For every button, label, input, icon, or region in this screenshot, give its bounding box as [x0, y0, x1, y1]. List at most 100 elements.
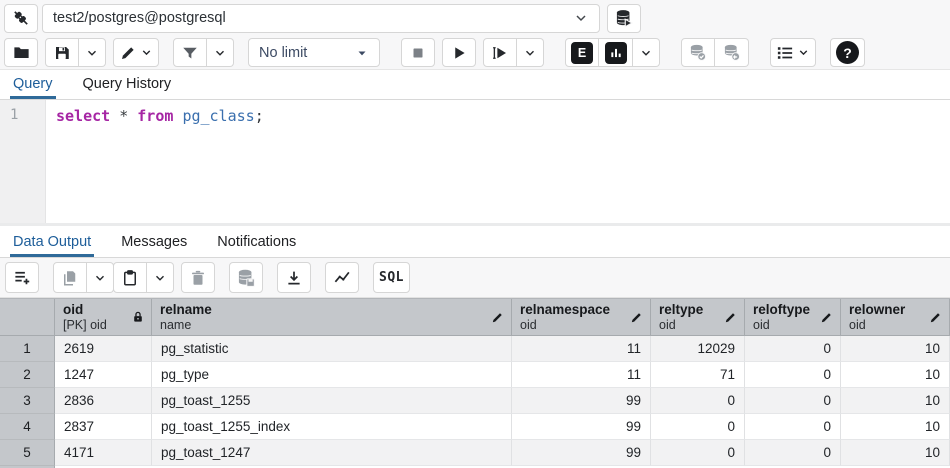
select-all-corner[interactable] [0, 299, 55, 336]
column-header-relnamespace[interactable]: relnamespace oid [512, 299, 651, 336]
tab-query-history[interactable]: Query History [80, 71, 175, 99]
rollback-button[interactable] [715, 38, 749, 67]
tab-data-output[interactable]: Data Output [10, 229, 94, 257]
sql-popup-button[interactable]: SQL [373, 262, 410, 293]
new-connection-button[interactable] [607, 4, 641, 33]
execute-options-button[interactable] [517, 38, 544, 67]
filter-button[interactable] [173, 38, 207, 67]
table-cell[interactable]: pg_toast_1247 [152, 440, 512, 466]
macros-button[interactable] [770, 38, 816, 67]
paste-options-button[interactable] [147, 262, 174, 293]
table-cell[interactable]: 99 [512, 414, 651, 440]
row-number[interactable]: 2 [0, 362, 55, 388]
edit-menu-button[interactable] [113, 38, 159, 67]
table-cell[interactable]: pg_toast_1255_index [152, 414, 512, 440]
table-cell[interactable]: 11 [512, 336, 651, 362]
table-cell[interactable]: pg_toast_1255 [152, 388, 512, 414]
explain-options-button[interactable] [633, 38, 660, 67]
paste-group [113, 262, 174, 293]
graph-visualiser-button[interactable] [325, 262, 359, 293]
row-number[interactable]: 4 [0, 414, 55, 440]
tab-messages[interactable]: Messages [118, 229, 190, 257]
table-cell[interactable]: 0 [745, 414, 841, 440]
table-cell[interactable]: 0 [745, 362, 841, 388]
chevron-down-icon [140, 46, 153, 59]
table-cell[interactable]: 0 [651, 388, 745, 414]
table-cell[interactable]: 0 [745, 336, 841, 362]
table-cell[interactable]: 2836 [55, 388, 152, 414]
row-number[interactable]: 5 [0, 440, 55, 466]
sql-token: select [56, 107, 110, 125]
table-cell[interactable]: 71 [651, 362, 745, 388]
execute-button[interactable] [442, 38, 476, 67]
table-cell[interactable]: 4171 [55, 440, 152, 466]
filter-options-button[interactable] [207, 38, 234, 67]
execute-to-cursor-button[interactable] [483, 38, 517, 67]
table-cell[interactable]: 2619 [55, 336, 152, 362]
table-cell[interactable]: 10 [841, 440, 950, 466]
column-type: oid [520, 318, 629, 333]
download-button[interactable] [277, 262, 311, 293]
row-number[interactable]: 3 [0, 388, 55, 414]
download-icon [285, 269, 303, 287]
table-cell[interactable]: 10 [841, 336, 950, 362]
table-cell[interactable]: 0 [745, 388, 841, 414]
table-cell[interactable]: 10 [841, 362, 950, 388]
paste-button[interactable] [113, 262, 147, 293]
sql-token: * [119, 107, 128, 125]
table-row: 12619pg_statistic1112029010 [0, 336, 950, 362]
explain-button[interactable]: E [565, 38, 599, 67]
column-header-relname[interactable]: relname name [152, 299, 512, 336]
table-cell[interactable]: 99 [512, 440, 651, 466]
tab-notifications[interactable]: Notifications [214, 229, 299, 257]
table-cell[interactable]: pg_statistic [152, 336, 512, 362]
table-cell[interactable]: 0 [651, 440, 745, 466]
save-data-changes-button[interactable] [229, 262, 263, 293]
table-cell[interactable]: 10 [841, 388, 950, 414]
add-row-button[interactable] [5, 262, 39, 293]
column-header-relowner[interactable]: relowner oid [841, 299, 950, 336]
add-row-icon [13, 268, 32, 287]
save-file-button[interactable] [45, 38, 79, 67]
column-header-reloftype[interactable]: reloftype oid [745, 299, 841, 336]
connection-icon [11, 8, 31, 28]
copy-button[interactable] [53, 262, 87, 293]
table-cell[interactable]: pg_type [152, 362, 512, 388]
commit-button[interactable] [681, 38, 715, 67]
column-header-reltype[interactable]: reltype oid [651, 299, 745, 336]
table-cell[interactable]: 99 [512, 388, 651, 414]
column-header-oid[interactable]: oid [PK] oid [55, 299, 152, 336]
row-number[interactable]: 1 [0, 336, 55, 362]
table-cell[interactable]: 2837 [55, 414, 152, 440]
edit-column-icon [490, 310, 505, 325]
stop-icon [409, 44, 427, 62]
delete-row-button[interactable] [181, 262, 215, 293]
tab-query[interactable]: Query [10, 71, 56, 99]
help-button[interactable]: ? [830, 38, 865, 67]
table-cell[interactable]: 11 [512, 362, 651, 388]
data-output-grid: oid [PK] oid relname name relnamespace o… [0, 298, 950, 468]
row-limit-select[interactable]: No limit [248, 38, 380, 67]
save-button-group [45, 38, 106, 67]
column-name: oid [63, 302, 131, 318]
table-cell[interactable]: 0 [745, 440, 841, 466]
save-options-button[interactable] [79, 38, 106, 67]
execute-cursor-group [483, 38, 544, 67]
column-name: relowner [849, 302, 928, 318]
table-cell[interactable]: 10 [841, 414, 950, 440]
connection-select[interactable]: test2/postgres@postgresql [42, 4, 600, 33]
connection-status-button[interactable] [4, 4, 38, 33]
stop-button[interactable] [401, 38, 435, 67]
table-cell[interactable]: 0 [651, 414, 745, 440]
sql-editor[interactable]: 1 select * from pg_class; [0, 100, 950, 223]
explain-icon: E [571, 42, 593, 64]
table-cell[interactable]: 1247 [55, 362, 152, 388]
editor-code-area[interactable]: select * from pg_class; [46, 100, 950, 223]
open-file-button[interactable] [4, 38, 38, 67]
table-cell[interactable]: 12029 [651, 336, 745, 362]
explain-analyze-button[interactable] [599, 38, 633, 67]
copy-options-button[interactable] [87, 262, 114, 293]
query-toolbar: No limit E [0, 36, 950, 70]
lock-icon [131, 310, 145, 324]
column-name: relnamespace [520, 302, 629, 318]
